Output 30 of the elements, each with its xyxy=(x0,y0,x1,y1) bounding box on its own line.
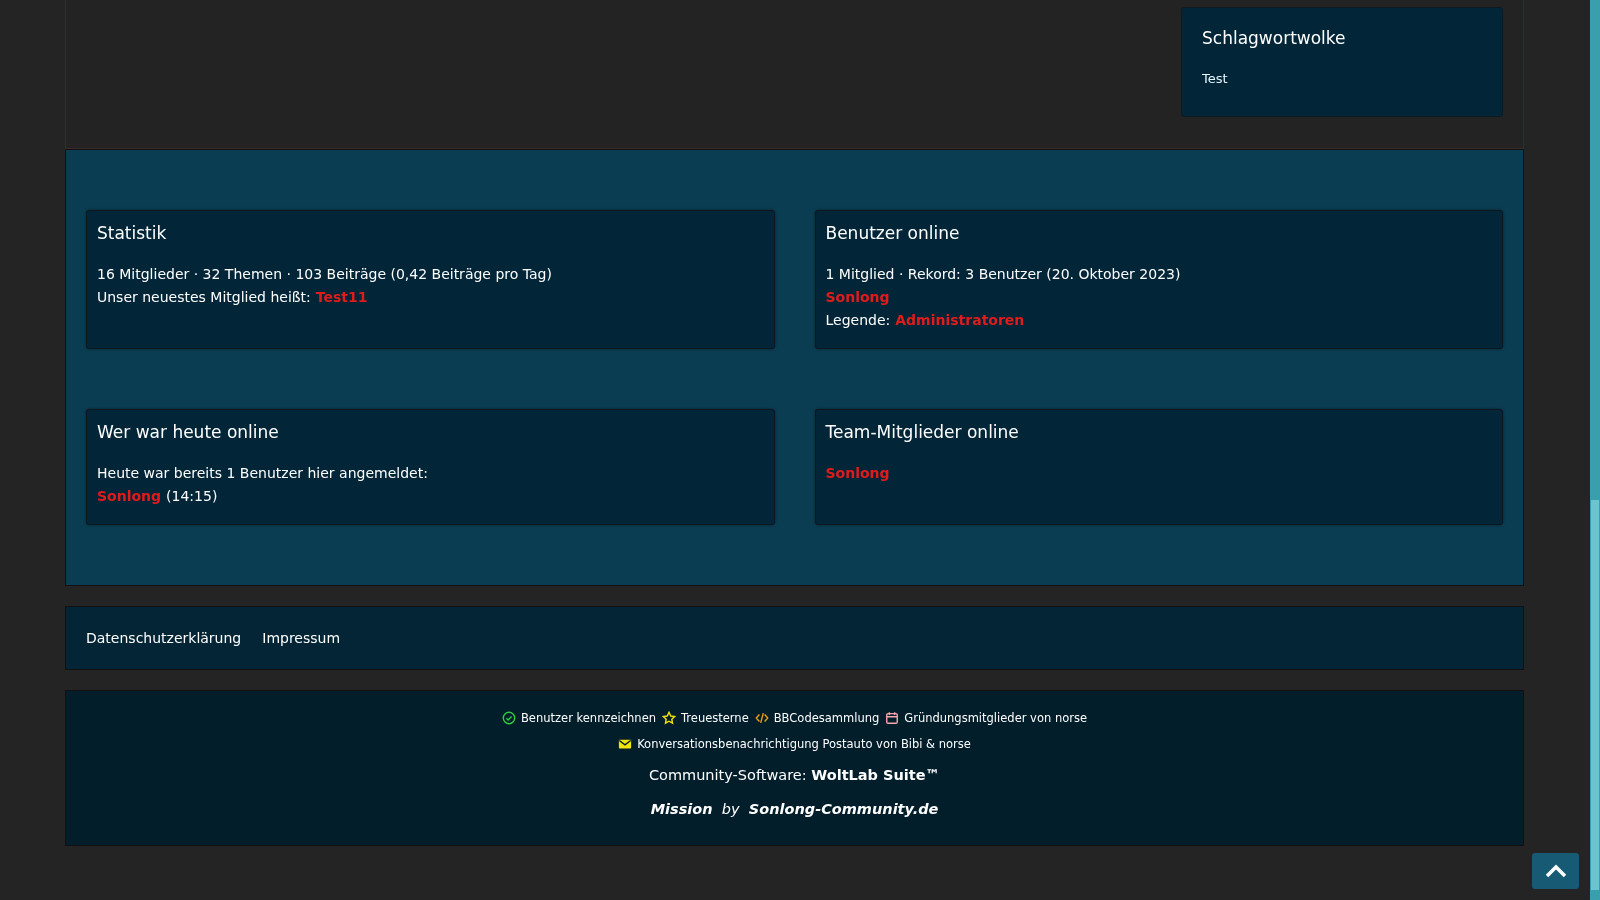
chevron-up-icon xyxy=(1543,863,1568,879)
user-link[interactable]: Test11 xyxy=(315,286,368,309)
info-text: Heute war bereits 1 Benutzer hier angemeldet: xyxy=(97,464,428,483)
scrollbar-thumb[interactable] xyxy=(1591,500,1599,890)
card-title: Team-Mitglieder online xyxy=(825,422,1020,442)
footer-link[interactable]: Impressum xyxy=(262,630,341,646)
credit-text: Benutzer kennzeichnen xyxy=(521,711,656,725)
scrollbar[interactable] xyxy=(1590,0,1600,900)
info-text: Legende: xyxy=(825,311,891,330)
footer-link[interactable]: Datenschutzerklärung xyxy=(86,630,242,646)
info-text: 16 Mitglieder · 32 Themen · 103 Beiträge (0,42 Beiträge pro Tag) xyxy=(97,265,552,284)
user-link[interactable]: Sonlong xyxy=(97,485,162,508)
info-text: Unser neuestes Mitglied heißt: xyxy=(97,288,311,307)
credit-text: Treuesterne xyxy=(681,711,749,725)
card-title: Statistik xyxy=(97,223,168,243)
copyright-text: Community-Software: WoltLab Suite™ xyxy=(648,767,941,783)
user-link[interactable]: Sonlong xyxy=(825,286,890,309)
info-text: (14:15) xyxy=(166,487,218,506)
user-link[interactable]: Administratoren xyxy=(895,309,1025,332)
credit-text: Konversationsbenachrichtigung Postauto von Bibi & norse xyxy=(637,737,971,751)
credit-text: BBCodesammlung xyxy=(773,711,880,725)
scroll-to-top-button[interactable] xyxy=(1532,853,1579,889)
user-link[interactable]: Sonlong xyxy=(825,462,890,485)
credit-text: Gründungsmitglieder von norse xyxy=(904,711,1087,725)
tag-link[interactable]: Test xyxy=(1202,71,1228,86)
mission-text: Mission by Sonlong-Community.de xyxy=(650,801,939,817)
card-title: Wer war heute online xyxy=(97,422,280,442)
info-text: 1 Mitglied · Rekord: 3 Benutzer (20. Oktober 2023) xyxy=(825,265,1181,284)
card-title: Schlagwortwolke xyxy=(1202,28,1347,48)
card-title: Benutzer online xyxy=(825,223,961,243)
